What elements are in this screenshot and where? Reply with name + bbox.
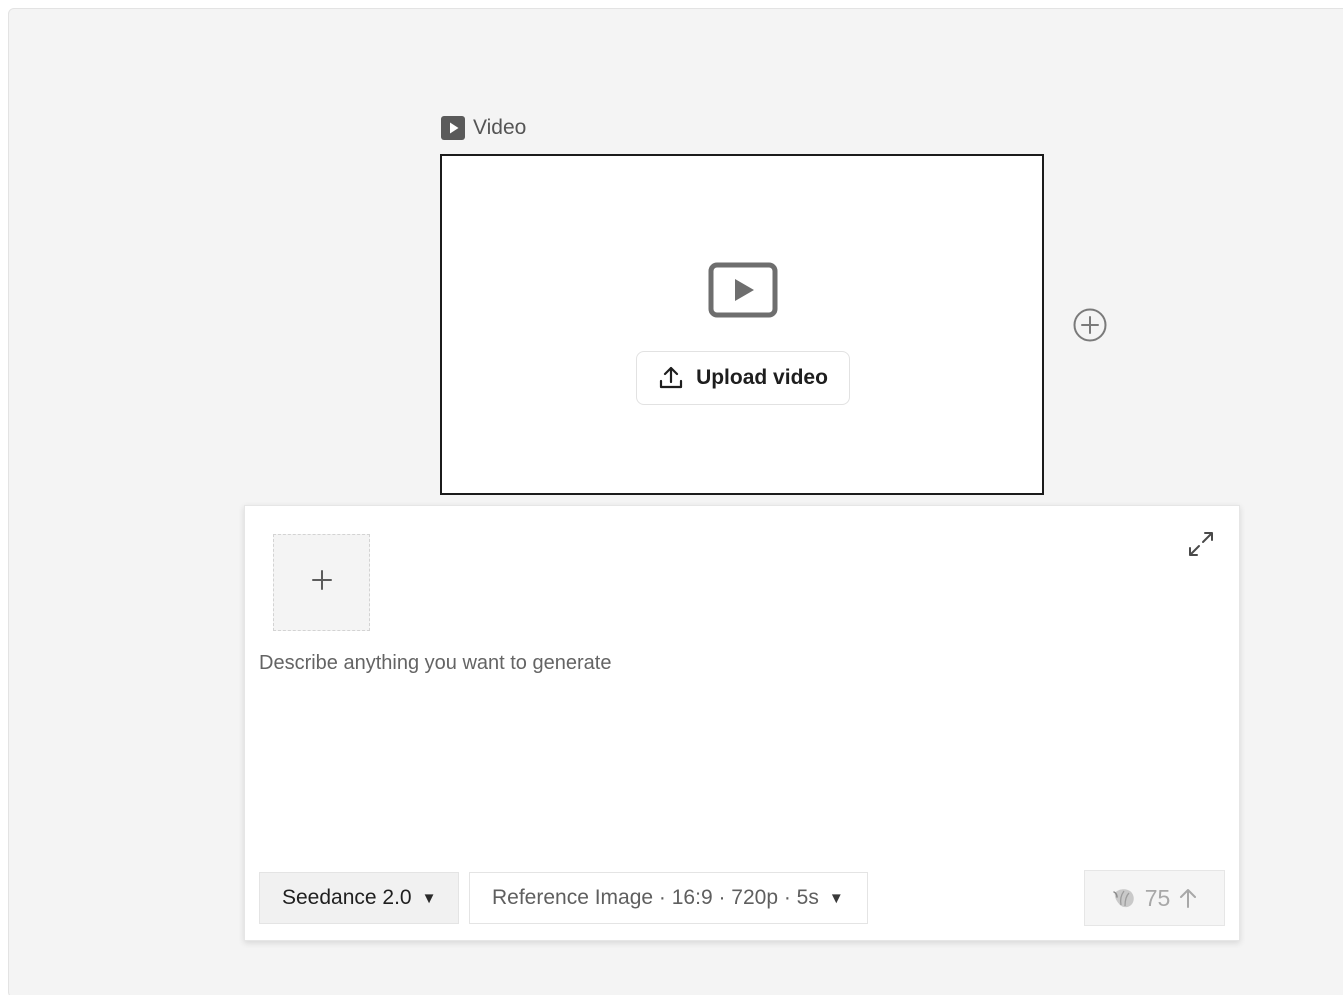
generation-settings-value: Reference Image · 16:9 · 720p · 5s — [492, 886, 819, 909]
generation-settings-select[interactable]: Reference Image · 16:9 · 720p · 5s ▼ — [469, 872, 868, 924]
video-node-title: Video — [473, 116, 527, 139]
plus-icon — [311, 569, 333, 596]
model-select-value: Seedance 2.0 — [282, 886, 412, 909]
expand-button[interactable] — [1187, 530, 1215, 558]
upload-video-button[interactable]: Upload video — [636, 351, 850, 405]
expand-icon — [1187, 532, 1215, 562]
video-node-label: Video — [441, 115, 526, 141]
add-node-button[interactable] — [1072, 307, 1108, 343]
caret-down-icon: ▼ — [828, 889, 844, 907]
add-reference-button[interactable] — [273, 534, 370, 631]
credit-count: 75 — [1144, 884, 1171, 911]
plus-circle-icon — [1072, 308, 1108, 347]
prompt-input[interactable] — [259, 652, 1219, 852]
seashell-icon — [1111, 885, 1137, 911]
play-square-icon — [441, 116, 465, 140]
arrow-up-icon — [1178, 887, 1198, 909]
model-select[interactable]: Seedance 2.0 ▼ — [259, 872, 459, 924]
video-node[interactable]: Upload video — [440, 154, 1044, 495]
caret-down-icon: ▼ — [421, 889, 437, 907]
prompt-panel: Seedance 2.0 ▼ Reference Image · 16:9 · … — [244, 505, 1240, 941]
generate-button[interactable]: 75 — [1084, 870, 1225, 926]
upload-video-label: Upload video — [696, 366, 828, 389]
video-play-icon — [708, 262, 778, 318]
upload-icon — [658, 365, 684, 391]
workflow-canvas: Video Upload video Describe anything you… — [8, 8, 1343, 995]
